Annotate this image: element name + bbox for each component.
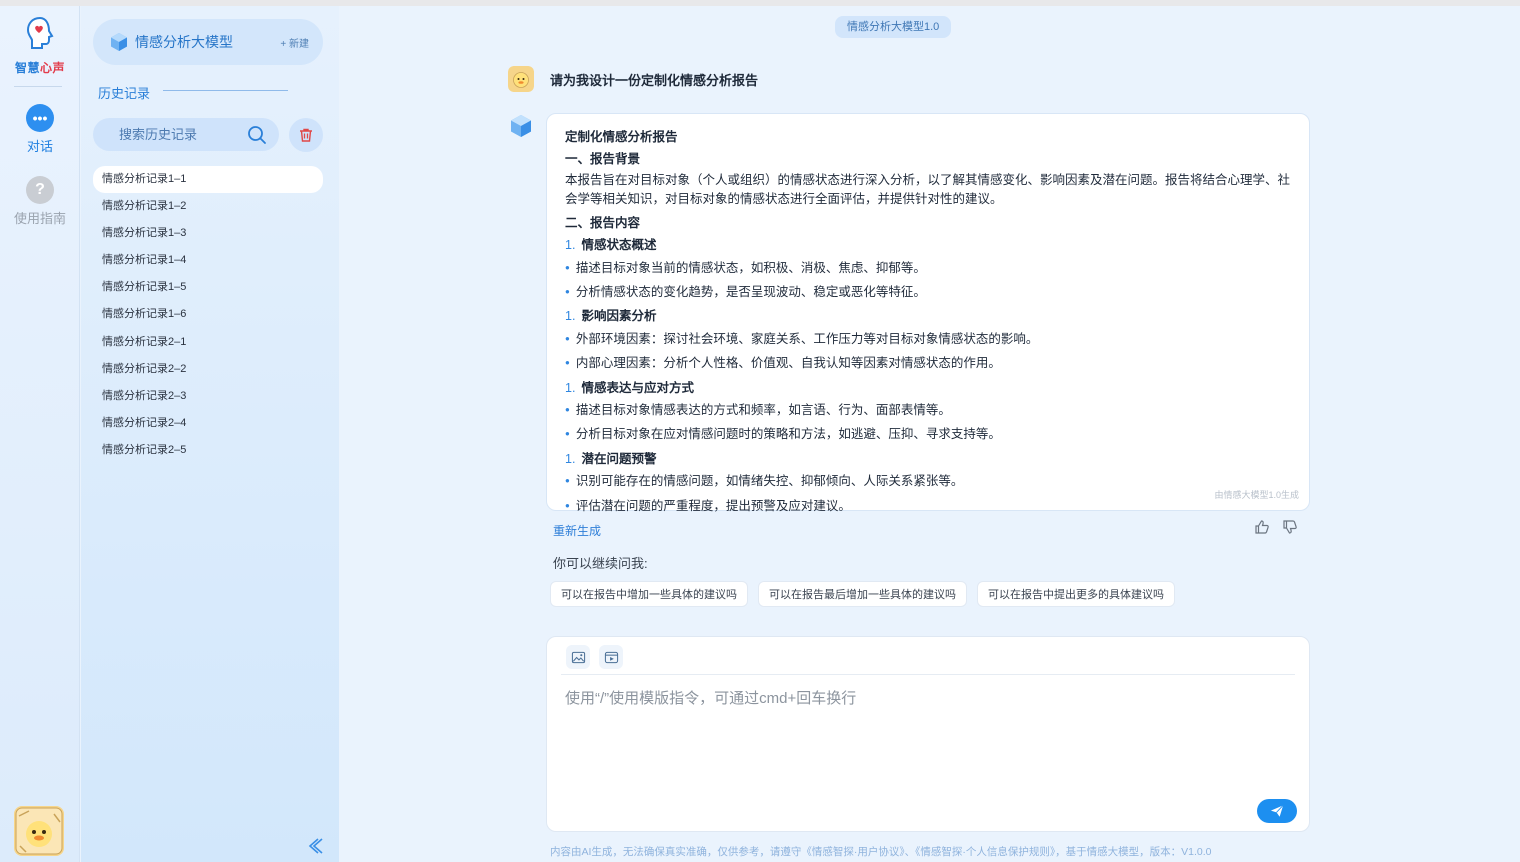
chat-main: 情感分析大模型1.0 请为我设计一份定制化情感分析报告 定制化情感分析报告 一、… [340, 6, 1520, 862]
duck-avatar-icon [508, 66, 534, 92]
message-input[interactable] [565, 687, 1265, 787]
history-item[interactable]: 情感分析记录1–6 [93, 301, 323, 328]
answer-bullet: 分析情感状态的变化趋势，是否呈现波动、稳定或恶化等特征。 [565, 281, 1291, 305]
answer-paragraph: 本报告旨在对目标对象（个人或组织）的情感状态进行深入分析，以了解其情感变化、影响… [565, 172, 1291, 206]
rail-divider [14, 86, 62, 87]
answer-subheading: 1. 情感表达与应对方式 [565, 377, 1291, 399]
history-list: 情感分析记录1–1 情感分析记录1–2 情感分析记录1–3 情感分析记录1–4 … [93, 166, 323, 464]
history-item[interactable]: 情感分析记录2–5 [93, 437, 323, 464]
answer-bullet: 评估潜在问题的严重程度，提出预警及应对建议。 [565, 495, 1291, 519]
nav-guide[interactable]: ? 使用指南 [0, 176, 80, 227]
suggestion-chip[interactable]: 可以在报告中增加一些具体的建议吗 [550, 581, 748, 607]
trash-icon [300, 128, 312, 142]
history-item[interactable]: 情感分析记录1–1 [93, 166, 323, 194]
answer-bullet: 分析目标对象在应对情感问题时的策略和方法，如逃避、压抑、寻求支持等。 [565, 423, 1291, 447]
cube-icon [511, 115, 531, 137]
answer-subheading: 1. 情感状态概述 [565, 234, 1291, 256]
user-message: 请为我设计一份定制化情感分析报告 [550, 72, 759, 88]
list-number: 1. [565, 380, 576, 395]
send-icon [1270, 805, 1284, 817]
history-item[interactable]: 情感分析记录1–3 [93, 220, 323, 247]
nav-chat[interactable]: ••• 对话 [0, 104, 80, 155]
answer-subheading: 1. 影响因素分析 [565, 305, 1291, 327]
subheading-text: 影响因素分析 [581, 309, 657, 324]
help-icon: ? [26, 176, 54, 204]
nav-rail: 智慧心声 ••• 对话 ? 使用指南 [0, 6, 80, 862]
history-item[interactable]: 情感分析记录2–2 [93, 356, 323, 383]
subheading-text: 情感表达与应对方式 [581, 380, 694, 395]
subheading-text: 情感状态概述 [581, 238, 657, 253]
nav-chat-label: 对话 [26, 139, 53, 154]
user-message-row: 请为我设计一份定制化情感分析报告 [508, 66, 758, 92]
video-icon [604, 651, 618, 663]
history-sidebar: 情感分析大模型 + 新建 历史记录 情感分析记录1–1 情感分析记录1–2 情感… [81, 6, 339, 862]
history-search-input[interactable] [119, 127, 239, 142]
image-icon [571, 651, 585, 663]
suggestion-chip[interactable]: 可以在报告最后增加一些具体的建议吗 [758, 581, 967, 607]
history-item[interactable]: 情感分析记录1–4 [93, 247, 323, 274]
history-heading-line [163, 90, 288, 91]
cube-icon [111, 33, 127, 51]
model-card[interactable]: 情感分析大模型 + 新建 [93, 19, 323, 65]
answer-title: 定制化情感分析报告 [565, 130, 678, 144]
nav-guide-label: 使用指南 [13, 211, 66, 226]
list-number: 1. [565, 451, 576, 466]
answer-subheading: 1. 潜在问题预警 [565, 448, 1291, 470]
history-search [93, 118, 279, 151]
ai-disclaimer: 内容由AI生成，无法确保真实准确，仅供参考，请遵守《情感智探·用户协议》、《情感… [550, 846, 1212, 858]
list-number: 1. [565, 238, 576, 253]
regenerate-button[interactable]: 重新生成 [553, 522, 601, 539]
send-button[interactable] [1257, 799, 1297, 823]
duck-avatar-icon [14, 806, 64, 856]
brand-name: 智慧心声 [14, 61, 66, 75]
delete-history-button[interactable] [289, 118, 323, 152]
thumbs-up-icon[interactable] [1254, 519, 1270, 535]
image-upload-button[interactable] [566, 645, 590, 669]
subheading-text: 潜在问题预警 [581, 451, 657, 466]
search-icon[interactable] [247, 125, 267, 145]
list-number: 1. [565, 309, 576, 324]
history-item[interactable]: 情感分析记录2–3 [93, 383, 323, 410]
app-logo: 智慧心声 [12, 16, 68, 76]
assistant-answer: 定制化情感分析报告 一、报告背景 本报告旨在对目标对象（个人或组织）的情感状态进… [546, 113, 1310, 513]
user-avatar[interactable] [14, 806, 64, 856]
history-item[interactable]: 情感分析记录2–1 [93, 329, 323, 356]
continue-prompt-label: 你可以继续问我: [553, 556, 648, 571]
answer-bullet: 描述目标对象情感表达的方式和频率，如言语、行为、面部表情等。 [565, 399, 1291, 423]
answer-bullet: 外部环境因素：探讨社会环境、家庭关系、工作压力等对目标对象情感状态的影响。 [565, 328, 1291, 352]
model-name: 情感分析大模型 [135, 34, 233, 50]
composer [546, 636, 1310, 832]
history-item[interactable]: 情感分析记录1–2 [93, 193, 323, 220]
composer-divider [561, 674, 1295, 675]
history-item[interactable]: 情感分析记录1–5 [93, 274, 323, 301]
new-chat-button[interactable]: + 新建 [280, 35, 309, 50]
user-message-avatar [508, 66, 534, 92]
thumbs-down-icon[interactable] [1282, 519, 1298, 535]
history-item[interactable]: 情感分析记录2–4 [93, 410, 323, 437]
head-heart-icon [26, 16, 54, 49]
answer-bullet: 识别可能存在的情感问题，如情绪失控、抑郁倾向、人际关系紧张等。 [565, 470, 1291, 494]
model-version-badge: 情感分析大模型1.0 [835, 16, 952, 38]
history-heading: 历史记录 [98, 86, 151, 101]
answer-section-heading: 一、报告背景 [565, 152, 641, 167]
answer-bullet: 描述目标对象当前的情感状态，如积极、消极、焦虑、抑郁等。 [565, 257, 1291, 281]
generated-by-note: 由情感大模型1.0生成 [1214, 489, 1299, 500]
answer-bullet: 内部心理因素：分析个人性格、价值观、自我认知等因素对情感状态的作用。 [565, 352, 1291, 376]
collapse-sidebar-icon[interactable] [305, 836, 325, 856]
chat-bubble-icon: ••• [26, 104, 54, 132]
suggestion-chip[interactable]: 可以在报告中提出更多的具体建议吗 [977, 581, 1175, 607]
answer-section-heading: 二、报告内容 [565, 215, 641, 230]
suggestion-chips: 可以在报告中增加一些具体的建议吗 可以在报告最后增加一些具体的建议吗 可以在报告… [550, 581, 1175, 607]
video-upload-button[interactable] [599, 645, 623, 669]
